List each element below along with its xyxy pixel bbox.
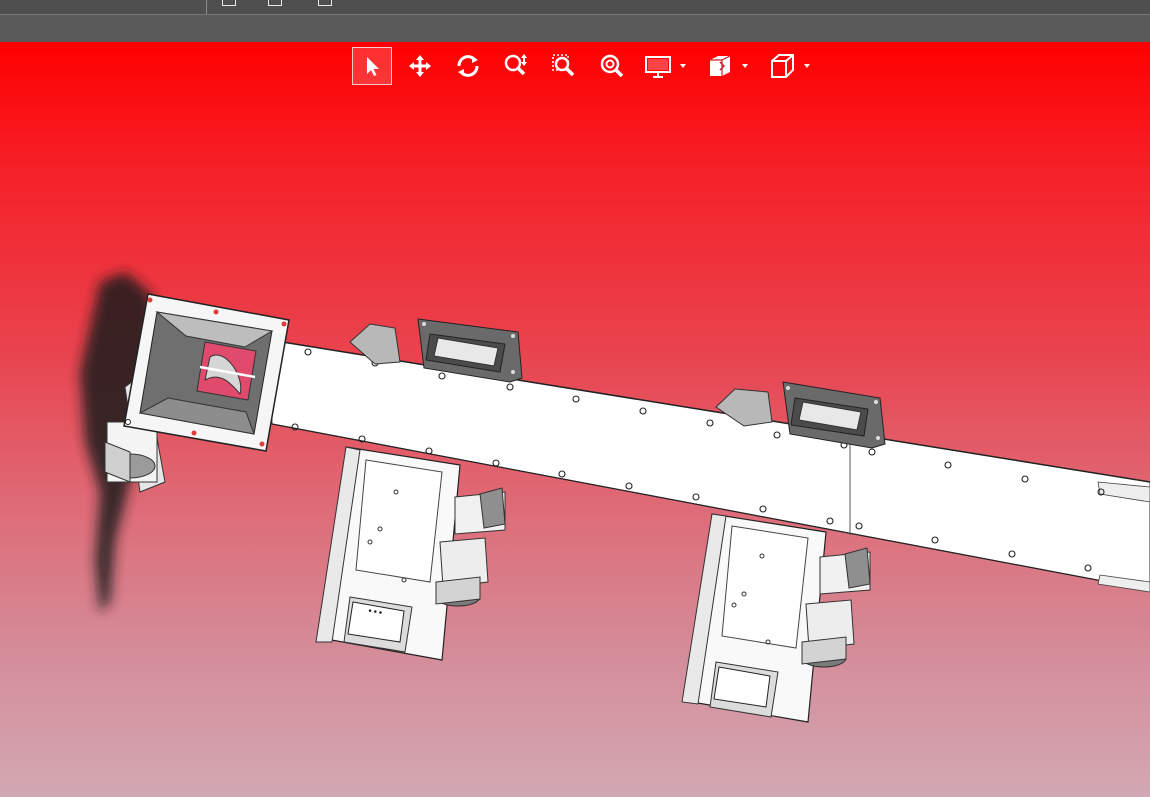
copy-icon[interactable] (318, 0, 332, 6)
top-toolbar (0, 0, 1150, 15)
drive-frame-1: ● ● ● (315, 446, 506, 661)
save-icon[interactable] (268, 0, 282, 6)
list-icon[interactable] (222, 0, 236, 6)
secondary-toolbar (0, 15, 1150, 42)
screw-conveyor-model[interactable]: ● ● ● (0, 42, 1150, 797)
drive-frame-2 (681, 513, 871, 723)
3d-viewport[interactable]: ● ● ● (0, 42, 1150, 797)
toolbar-separator (206, 0, 207, 14)
